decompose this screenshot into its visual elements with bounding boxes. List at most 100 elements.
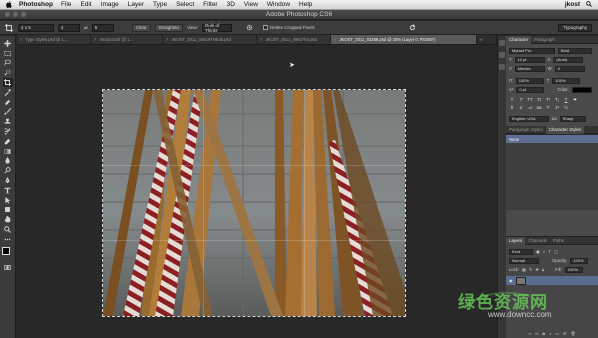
move-tool-icon[interactable] — [3, 39, 13, 48]
filter-adjustment-icon[interactable]: ◐ — [543, 249, 546, 254]
overlay-view-select[interactable]: Rule of Thirds — [202, 23, 232, 33]
ordinals-icon[interactable]: 1ˢ — [554, 105, 560, 111]
all-caps-icon[interactable]: TT — [527, 97, 533, 103]
close-tab-icon[interactable]: × — [94, 37, 96, 42]
crop-settings-gear-icon[interactable] — [246, 24, 253, 32]
delete-cropped-pixels-option[interactable]: Delete Cropped Pixels — [263, 25, 315, 30]
crop-tool-icon[interactable] — [2, 78, 13, 87]
small-caps-icon[interactable]: Tt — [536, 97, 542, 103]
path-selection-tool-icon[interactable] — [3, 196, 13, 205]
reset-crop-icon[interactable] — [409, 23, 416, 32]
apple-logo-icon[interactable] — [4, 1, 13, 8]
text-color-swatch[interactable] — [571, 86, 592, 93]
vertical-scale-input[interactable]: 100% — [515, 77, 544, 84]
menu-filter[interactable]: Filter — [203, 1, 217, 8]
lasso-tool-icon[interactable] — [3, 59, 13, 68]
blend-mode-select[interactable]: Normal — [509, 257, 539, 264]
list-item[interactable]: None — [506, 135, 598, 143]
user-name[interactable]: jkost — [565, 1, 580, 8]
tab-channels[interactable]: Channels — [525, 237, 550, 245]
spotlight-search-icon[interactable] — [586, 0, 592, 9]
tab-paths[interactable]: Paths — [550, 237, 567, 245]
crop-tool-preset-icon[interactable] — [4, 23, 14, 33]
faux-italic-icon[interactable]: T — [518, 97, 524, 103]
swap-ratio-icon[interactable]: ⇄ — [84, 25, 88, 31]
strikethrough-icon[interactable]: T — [572, 97, 578, 103]
more-tabs-button[interactable]: » — [477, 35, 497, 44]
tab-character-styles[interactable]: Character Styles — [545, 125, 585, 134]
underline-icon[interactable]: T — [563, 97, 569, 103]
subscript-icon[interactable]: T₁ — [554, 97, 560, 103]
eyedropper-tool-icon[interactable] — [3, 88, 13, 97]
quick-mask-icon[interactable] — [3, 263, 13, 272]
horizontal-scale-input[interactable]: 100% — [552, 77, 581, 84]
clone-stamp-tool-icon[interactable] — [3, 117, 13, 126]
hand-tool-icon[interactable] — [3, 215, 13, 224]
fill-input[interactable]: 100% — [564, 266, 583, 273]
adjustment-layer-icon[interactable]: ◑ — [549, 331, 551, 336]
menu-type[interactable]: Type — [153, 1, 167, 8]
menu-view[interactable]: View — [244, 1, 258, 8]
canvas-workspace[interactable]: ➤ — [17, 46, 497, 338]
workspace-switcher[interactable]: Typography — [558, 23, 592, 32]
zoom-tool-icon[interactable] — [3, 225, 13, 234]
blur-tool-icon[interactable] — [3, 157, 13, 166]
tab-paragraph-styles[interactable]: Paragraph Styles — [506, 126, 546, 134]
layer-style-icon[interactable]: fx — [535, 331, 538, 336]
history-panel-icon[interactable] — [499, 40, 505, 46]
glyphs-panel-icon[interactable] — [499, 64, 505, 70]
leading-input[interactable]: (Auto) — [553, 56, 584, 63]
alternates-icon[interactable]: aa — [536, 105, 542, 111]
close-tab-icon[interactable]: × — [260, 37, 262, 42]
fractions-icon[interactable]: ½ — [563, 105, 569, 111]
doc-tab-active[interactable]: × JKOST_2011_03268.psd @ 25% (Layer 0, RG… — [331, 35, 477, 44]
lock-position-icon[interactable]: ✥ — [536, 267, 540, 272]
old-style-icon[interactable]: σ — [518, 105, 524, 111]
lock-all-icon[interactable]: 🔒︎ — [542, 267, 544, 272]
menu-edit[interactable]: Edit — [80, 1, 91, 8]
doc-tab[interactable]: × Type Styles.psd @ 1... — [17, 35, 91, 44]
crop-width-input[interactable]: 4 — [58, 23, 80, 32]
font-size-input[interactable]: 12 pt — [514, 56, 545, 63]
doc-tab[interactable]: × Vector23.tif @ 1... — [91, 35, 163, 44]
dodge-tool-icon[interactable] — [3, 166, 13, 175]
layer-kind-filter[interactable]: Kind — [509, 248, 533, 255]
baseline-shift-input[interactable]: 0 pt — [516, 86, 545, 93]
new-group-icon[interactable]: ▭ — [555, 331, 559, 336]
history-brush-tool-icon[interactable] — [3, 127, 13, 136]
tracking-input[interactable]: 0 — [554, 65, 585, 72]
add-mask-icon[interactable]: ◙ — [542, 331, 544, 336]
properties-panel-icon[interactable] — [499, 52, 505, 58]
document-image[interactable] — [103, 90, 405, 316]
marquee-tool-icon[interactable] — [3, 49, 13, 58]
menu-help[interactable]: Help — [299, 1, 312, 8]
tab-character[interactable]: Character — [506, 35, 532, 44]
faux-bold-icon[interactable]: T — [509, 97, 515, 103]
eraser-tool-icon[interactable] — [3, 137, 13, 146]
menu-select[interactable]: Select — [176, 1, 194, 8]
shape-tool-icon[interactable] — [3, 206, 13, 215]
lock-image-icon[interactable]: ✎ — [529, 267, 533, 272]
language-select[interactable]: English: USA — [509, 115, 549, 122]
crop-ratio-select[interactable]: 4 x 5 — [18, 23, 54, 32]
titling-icon[interactable]: T — [545, 105, 551, 111]
menu-file[interactable]: File — [61, 1, 71, 8]
close-tab-icon[interactable]: × — [166, 37, 168, 42]
pen-tool-icon[interactable] — [3, 176, 13, 185]
doc-tab[interactable]: × JKOST_2011_09927fot.psd — [257, 35, 331, 44]
visibility-eye-icon[interactable]: ◉ — [509, 278, 513, 283]
quick-selection-tool-icon[interactable] — [3, 68, 13, 77]
trash-icon[interactable]: 🗑︎ — [570, 331, 575, 336]
tab-paragraph[interactable]: Paragraph — [531, 36, 558, 44]
filter-type-icon[interactable]: T — [549, 249, 552, 254]
menu-3d[interactable]: 3D — [227, 1, 235, 8]
brush-tool-icon[interactable] — [3, 108, 13, 117]
font-family-select[interactable]: Myriad Pro — [509, 47, 555, 54]
healing-brush-tool-icon[interactable] — [3, 98, 13, 107]
menu-window[interactable]: Window — [267, 1, 290, 8]
link-layers-icon[interactable]: ∞ — [528, 331, 531, 336]
opacity-input[interactable]: 100% — [570, 257, 589, 264]
type-tool-icon[interactable] — [3, 186, 13, 195]
color-swatches[interactable] — [1, 246, 14, 259]
delete-cropped-checkbox[interactable] — [263, 25, 268, 30]
